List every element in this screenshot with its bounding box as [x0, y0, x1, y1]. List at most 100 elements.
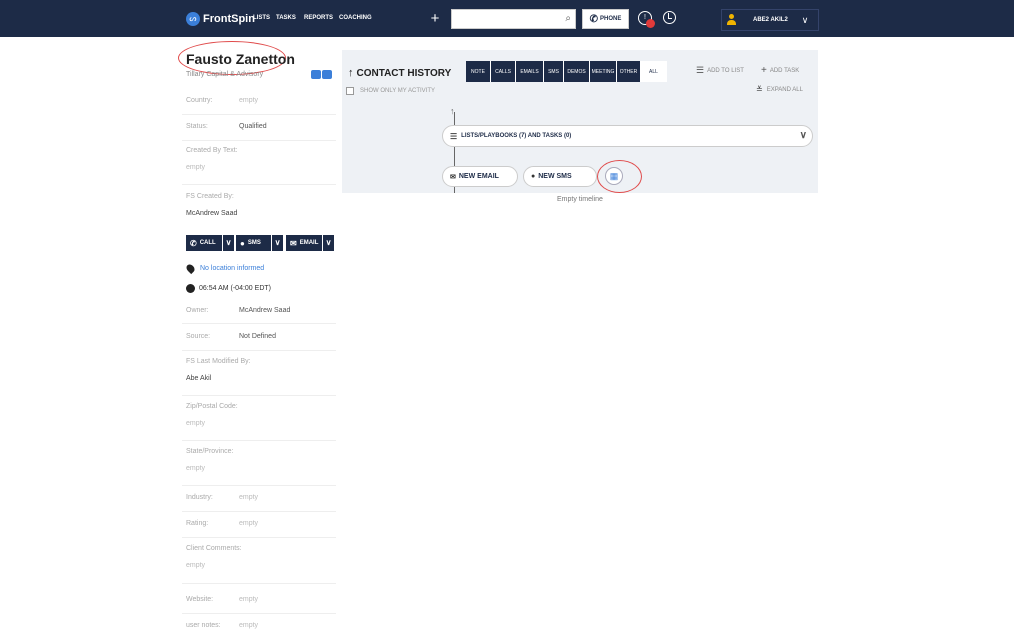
contact-name: Fausto Zanetton [186, 51, 295, 67]
field-country: Country: empty [182, 88, 336, 115]
list-icon: ☰ [696, 65, 705, 75]
field-label: Rating: [186, 520, 209, 527]
chat-icon[interactable] [322, 70, 332, 79]
field-website: Website: empty [182, 588, 336, 614]
chat-bubble-icon: ● [240, 238, 245, 248]
user-menu[interactable]: ABE2 AKIL2 ∨ [721, 9, 819, 31]
filter-sms[interactable]: SMS [544, 61, 564, 82]
field-label: Status: [186, 123, 208, 130]
field-label: FS Last Modified By: [186, 358, 251, 365]
field-label: user notes: [186, 622, 221, 629]
field-fs-last-modified-by: FS Last Modified By: Abe Akil [182, 355, 336, 396]
filter-all[interactable]: ALL [641, 61, 667, 82]
field-source: Source: Not Defined [182, 325, 336, 351]
contact-card-icons [311, 70, 332, 79]
chat-bubble-icon: ● [531, 173, 536, 180]
filter-other[interactable]: OTHER [617, 61, 641, 82]
sms-button[interactable]: ● SMS ∨ [236, 235, 283, 251]
chevron-down-icon[interactable]: ∨ [222, 235, 234, 251]
field-value: McAndrew Saad [239, 307, 291, 314]
chevron-down-icon[interactable]: ∨ [800, 130, 807, 141]
search-icon[interactable]: ⌕ [565, 13, 571, 24]
chevron-down-icon[interactable]: ∨ [322, 235, 334, 251]
field-fs-created-by: FS Created By: McAndrew Saad [182, 190, 336, 230]
add-task-button[interactable]: + ADD TASK [761, 65, 799, 76]
field-label: Client Comments: [186, 545, 242, 552]
field-value: empty [186, 465, 206, 472]
expand-all-button[interactable]: ≚ EXPAND ALL [756, 85, 803, 94]
phone-icon: ✆ [190, 238, 197, 248]
add-plus-button[interactable]: + [428, 11, 442, 27]
user-name: ABE2 AKIL2 [753, 17, 788, 23]
history-filter-bar: NOTE CALLS EMAILS SMS DEMOS MEETING OTHE… [466, 61, 667, 82]
field-label: Country: [186, 97, 213, 104]
field-value: empty [186, 562, 206, 569]
sms-label: SMS [247, 240, 261, 246]
field-label: Zip/Postal Code: [186, 403, 238, 410]
field-value: Abe Akil [186, 375, 212, 382]
field-label: State/Province: [186, 448, 234, 455]
call-button[interactable]: ✆ CALL ∨ [186, 235, 234, 251]
nav-reports[interactable]: REPORTS [304, 15, 333, 21]
lists-playbooks-tasks-bar[interactable]: ☰ LISTS/PLAYBOOKS (7) AND TASKS (0) ∨ [442, 125, 813, 147]
location-text[interactable]: No location informed [200, 265, 264, 272]
user-icon [726, 14, 737, 26]
field-client-comments: Client Comments: empty [182, 542, 336, 584]
field-value: Not Defined [239, 333, 276, 340]
top-navigation-bar: ᔕ FrontSpin LISTS TASKS REPORTS COACHING… [0, 0, 1014, 37]
filter-demos[interactable]: DEMOS [564, 61, 590, 82]
email-label: EMAIL [299, 240, 319, 246]
phone-icon: ✆ [589, 13, 599, 25]
field-owner: Owner: McAndrew Saad [182, 299, 336, 324]
filter-calls[interactable]: CALLS [491, 61, 516, 82]
lists-playbooks-label: LISTS/PLAYBOOKS (7) AND TASKS (0) [461, 133, 572, 139]
frontspin-logo[interactable]: ᔕ FrontSpin [186, 10, 255, 28]
field-value: empty [239, 97, 259, 104]
empty-timeline-text: Empty timeline [557, 196, 603, 203]
field-label: Industry: [186, 494, 213, 501]
calendar-icon[interactable]: ▦ [605, 167, 623, 185]
field-value: empty [239, 596, 259, 603]
field-user-notes: user notes: empty [182, 614, 336, 638]
logo-text: FrontSpin [203, 13, 255, 25]
list-icon: ☰ [450, 131, 458, 141]
double-chevron-down-icon: ≚ [756, 85, 763, 94]
field-label: Created By Text: [186, 147, 238, 154]
filter-meeting[interactable]: MEETING [590, 61, 617, 82]
new-sms-button[interactable]: ● NEW SMS [523, 166, 597, 187]
nav-coaching[interactable]: COACHING [339, 15, 372, 21]
email-button[interactable]: ✉ EMAIL ∨ [286, 235, 334, 251]
filter-note[interactable]: NOTE [466, 61, 491, 82]
field-value: empty [239, 520, 259, 527]
only-my-activity-label: SHOW ONLY MY ACTIVITY [360, 88, 436, 94]
field-value: McAndrew Saad [186, 210, 238, 217]
filter-emails[interactable]: EMAILS [516, 61, 544, 82]
clock-icon[interactable] [663, 11, 676, 24]
phone-button[interactable]: ✆ PHONE [582, 9, 629, 29]
new-email-label: NEW EMAIL [458, 173, 499, 180]
contact-card-icon[interactable] [311, 70, 321, 79]
add-task-label: ADD TASK [769, 67, 800, 74]
call-label: CALL [199, 240, 216, 246]
field-state-province: State/Province: empty [182, 445, 336, 486]
field-label: Source: [186, 333, 211, 340]
field-value: empty [239, 622, 259, 629]
chevron-down-icon[interactable]: ∨ [271, 235, 283, 251]
field-label: Website: [186, 596, 214, 603]
notification-badge [646, 19, 655, 28]
nav-tasks[interactable]: TASKS [276, 15, 296, 21]
field-value: Qualified [239, 123, 267, 130]
field-status: Status: Qualified [182, 115, 336, 141]
add-to-list-button[interactable]: ☰ ADD TO LIST [696, 65, 744, 76]
nav-lists[interactable]: LISTS [253, 15, 270, 21]
logo-icon: ᔕ [186, 12, 200, 26]
plus-icon: + [761, 65, 767, 76]
only-my-activity-checkbox[interactable] [346, 87, 354, 95]
show-only-my-activity: SHOW ONLY MY ACTIVITY [346, 87, 435, 95]
location-row: No location informed [184, 262, 264, 275]
contact-history-title[interactable]: ↑ CONTACT HISTORY [348, 67, 451, 79]
field-label: FS Created By: [186, 193, 234, 200]
new-sms-label: NEW SMS [538, 173, 572, 180]
search-input[interactable]: ⌕ [451, 9, 576, 29]
new-email-button[interactable]: ✉ NEW EMAIL [442, 166, 518, 187]
